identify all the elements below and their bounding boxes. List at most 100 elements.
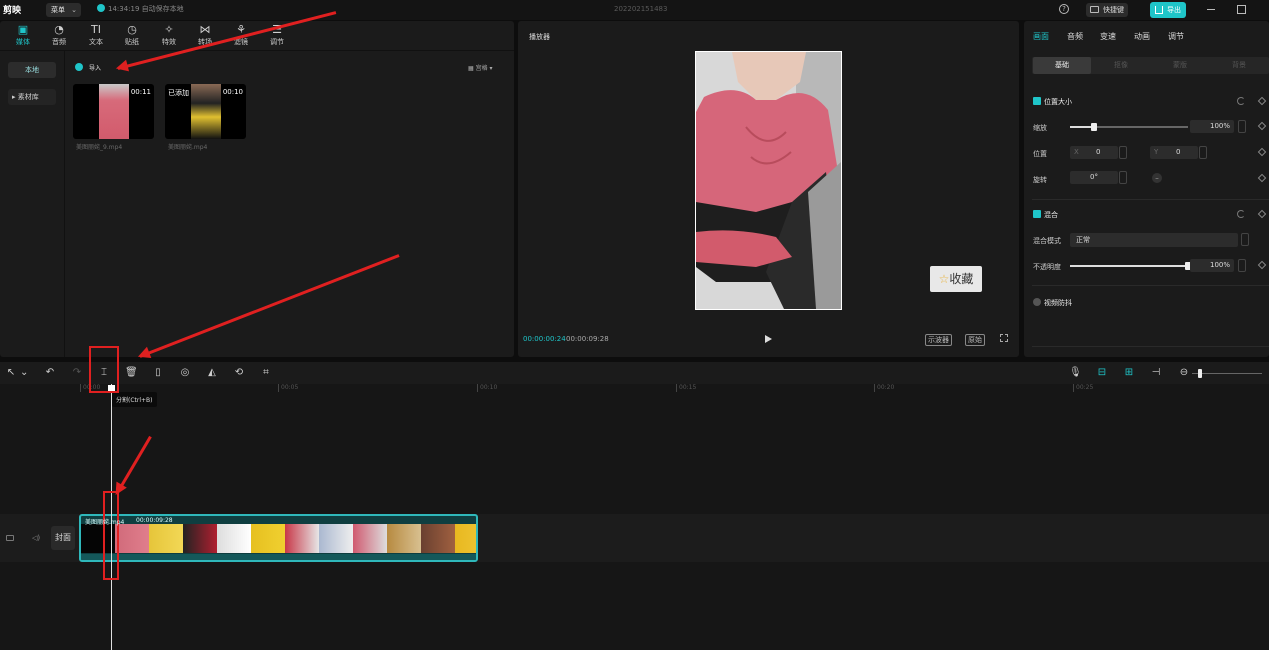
blend-mode-label: 混合模式 <box>1033 237 1061 245</box>
freeze-icon[interactable]: ▯ <box>152 367 164 379</box>
scope-button[interactable]: 示波器 <box>925 334 952 346</box>
tab-animation[interactable]: 动画 <box>1134 31 1150 42</box>
preview-axis-icon[interactable]: ⊣ <box>1150 367 1162 379</box>
menu-button[interactable]: 菜单 ⌄ <box>46 3 81 17</box>
undo-icon[interactable]: ↶ <box>44 367 56 379</box>
total-time: 00:00:09:28 <box>566 335 609 343</box>
mirror-icon[interactable]: ◭ <box>206 367 218 379</box>
keyframe-icon[interactable] <box>1257 96 1267 106</box>
app-name: 剪映 <box>3 6 22 16</box>
media-name: 美图丽姹_9.mp4 <box>76 144 123 151</box>
subtab-background[interactable]: 背景 <box>1210 57 1268 74</box>
media-name: 美图丽姹.mp4 <box>168 144 208 151</box>
tab-picture[interactable]: 画面 <box>1033 31 1049 42</box>
shortcut-button[interactable]: 快捷键 <box>1086 3 1128 17</box>
tab-inspector-audio[interactable]: 音频 <box>1067 31 1083 42</box>
redo-icon[interactable]: ↷ <box>71 367 83 379</box>
timeline[interactable]: 00:00 00:05 00:10 00:15 00:20 00:25 ◁) 封… <box>0 384 1269 650</box>
tab-effects[interactable]: ✧ 特效 <box>154 23 184 47</box>
microphone-icon[interactable]: 🎙 <box>1069 367 1082 379</box>
tab-speed[interactable]: 变速 <box>1100 31 1116 42</box>
opacity-input[interactable]: 100% <box>1190 259 1234 272</box>
reverse-icon[interactable]: ◎ <box>179 367 191 379</box>
maximize-button[interactable] <box>1237 5 1246 14</box>
zoom-slider-knob[interactable] <box>1198 369 1202 378</box>
side-item-local[interactable]: 本地 <box>8 62 56 78</box>
rotate-icon[interactable]: ⟲ <box>233 367 245 379</box>
keyframe-icon[interactable] <box>1257 209 1267 219</box>
position-x-input[interactable]: X0 <box>1070 146 1118 159</box>
reset-icon[interactable] <box>1237 97 1245 105</box>
select-cursor-icon[interactable]: ↖ <box>5 367 17 379</box>
subtab-mask[interactable]: 蒙版 <box>1151 57 1209 74</box>
mute-icon[interactable]: ◁) <box>32 534 40 542</box>
opacity-stepper[interactable] <box>1238 259 1246 272</box>
media-item[interactable]: 已添加 00:10 <box>165 84 246 139</box>
video-preview[interactable] <box>695 51 842 310</box>
keyframe-icon[interactable] <box>1257 173 1267 183</box>
minimize-button[interactable] <box>1207 9 1215 10</box>
rotate-input[interactable]: 0° <box>1070 171 1118 184</box>
current-time: 00:00:00:24 <box>523 335 566 343</box>
scale-slider-knob[interactable] <box>1090 123 1097 131</box>
zoom-slider[interactable] <box>1192 373 1262 374</box>
media-panel: ▣ 媒体 ◔ 音频 TI 文本 ◷ 贴纸 ✧ 特效 ⋈ 转场 ⚘ 滤镜 ☰ 调节 本地 ▸ 素材… <box>0 21 514 357</box>
ruler-label: 00:05 <box>278 384 298 392</box>
scale-input[interactable]: 100% <box>1190 120 1234 133</box>
side-item-library[interactable]: ▸ 素材库 <box>8 89 56 105</box>
favorite-badge[interactable]: ☆收藏 <box>930 266 982 292</box>
scale-stepper[interactable] <box>1238 120 1246 133</box>
export-button[interactable]: 导出 <box>1150 2 1186 18</box>
tab-sticker[interactable]: ◷ 贴纸 <box>117 23 147 47</box>
star-icon: ☆ <box>938 272 950 286</box>
position-label: 位置 <box>1033 150 1047 158</box>
media-item[interactable]: 00:11 <box>73 84 154 139</box>
clip-frame <box>251 524 285 553</box>
tab-inspector-adjust[interactable]: 调节 <box>1168 31 1184 42</box>
blend-mode-select[interactable]: 正常 <box>1070 233 1238 247</box>
check-icon <box>97 4 105 12</box>
audio-icon: ◔ <box>54 23 64 36</box>
tab-text[interactable]: TI 文本 <box>81 23 111 47</box>
transition-icon: ⋈ <box>199 23 211 36</box>
rotate-dial-icon[interactable]: – <box>1152 173 1162 183</box>
opacity-label: 不透明度 <box>1033 263 1061 271</box>
tab-audio[interactable]: ◔ 音频 <box>44 23 74 47</box>
subtab-basic[interactable]: 基础 <box>1033 57 1091 74</box>
tab-media[interactable]: ▣ 媒体 <box>8 23 38 47</box>
zoom-out-icon[interactable]: ⊖ <box>1178 367 1190 379</box>
lock-icon[interactable] <box>6 535 14 541</box>
project-name[interactable]: 202202151483 <box>614 5 667 13</box>
keyframe-icon[interactable] <box>1257 121 1267 131</box>
play-icon[interactable] <box>765 335 772 343</box>
blend-mode-dropdown[interactable] <box>1241 233 1249 246</box>
delete-icon[interactable]: 🗑 <box>125 367 138 379</box>
keyframe-icon[interactable] <box>1257 260 1267 270</box>
section-blend[interactable]: 混合 <box>1033 210 1058 220</box>
fullscreen-icon[interactable] <box>1000 334 1008 342</box>
chevron-down-icon[interactable]: ⌄ <box>20 367 28 379</box>
subtab-keying[interactable]: 抠像 <box>1092 57 1150 74</box>
crop-icon[interactable]: ⌗ <box>260 367 272 379</box>
help-icon[interactable]: ? <box>1059 4 1069 14</box>
clip-frame <box>421 524 455 553</box>
clip-frame <box>319 524 353 553</box>
cover-button[interactable]: 封面 <box>51 526 75 550</box>
import-button[interactable]: 导入 <box>75 63 101 72</box>
auto-snap-icon[interactable]: ⊞ <box>1123 367 1135 379</box>
video-clip[interactable]: 美图丽姹.mp4 00:00:09:28 <box>79 514 478 562</box>
reset-icon[interactable] <box>1237 210 1245 218</box>
section-position-size[interactable]: 位置大小 <box>1033 97 1072 107</box>
section-stabilize[interactable]: 视频防抖 <box>1033 298 1072 308</box>
rotate-stepper[interactable] <box>1119 171 1127 184</box>
keyframe-icon[interactable] <box>1257 147 1267 157</box>
ratio-button[interactable]: 原始 <box>965 334 985 346</box>
text-icon: TI <box>91 23 101 36</box>
ruler-label: 00:20 <box>874 384 894 392</box>
position-y-input[interactable]: Y0 <box>1150 146 1198 159</box>
main-track-magnet-icon[interactable]: ⊟ <box>1096 367 1108 379</box>
position-x-stepper[interactable] <box>1119 146 1127 159</box>
tool-tabs: ▣ 媒体 ◔ 音频 TI 文本 ◷ 贴纸 ✧ 特效 ⋈ 转场 ⚘ 滤镜 ☰ 调节 <box>0 21 514 51</box>
position-y-stepper[interactable] <box>1199 146 1207 159</box>
view-toggle[interactable]: ▦ 宫格 ▾ <box>468 63 493 72</box>
